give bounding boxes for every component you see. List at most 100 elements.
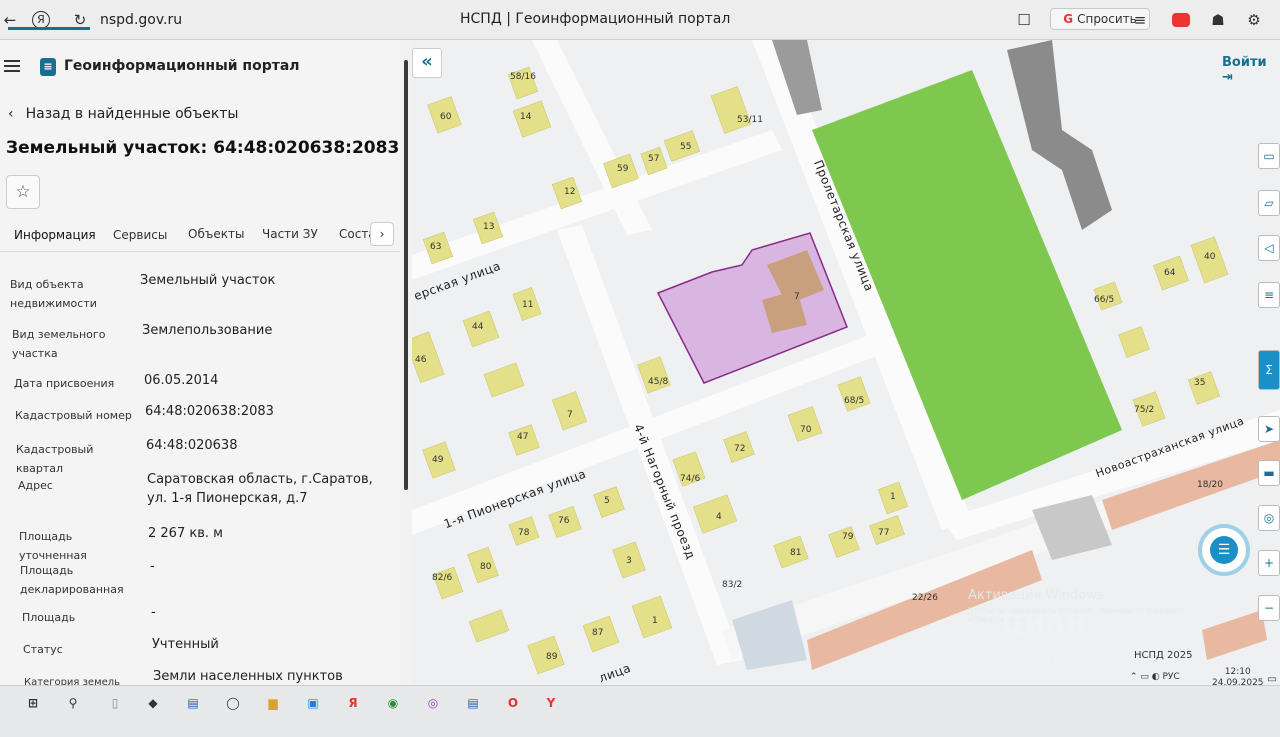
field-value-area: - [151, 605, 156, 620]
settings-icon[interactable]: ⚙ [1244, 10, 1264, 30]
extensions-icon[interactable]: ☗ [1208, 10, 1228, 30]
field-label-assignment-date: Дата присвоения [14, 377, 115, 390]
field-value-area-refined: 2 267 кв. м [148, 526, 223, 541]
map-copyright: НСПД 2025 [1134, 650, 1193, 661]
building-number: 12 [564, 187, 576, 197]
editor-icon[interactable]: ▤ [182, 692, 204, 714]
chrome-icon[interactable]: ◉ [382, 692, 404, 714]
building-number: 55 [680, 142, 692, 152]
clock-date: 24.09.2025 [1212, 678, 1264, 688]
building-number: 7 [794, 292, 800, 302]
building-number: 58/16 [510, 72, 536, 82]
building-number: 64 [1164, 268, 1176, 278]
building-number: 60 [440, 112, 452, 122]
hamburger-menu-icon[interactable] [4, 60, 20, 74]
building-number: 74/6 [680, 474, 701, 484]
building-number: 1 [890, 492, 896, 502]
building-number: 77 [878, 528, 890, 538]
tab-services[interactable]: Сервисы [113, 228, 167, 242]
windows-activation-watermark: Активация Windows [968, 588, 1104, 603]
bookmark-icon[interactable]: ☐ [1014, 10, 1034, 30]
cian-id-watermark: ID 322489 [982, 648, 1076, 669]
building-number: 11 [522, 300, 534, 310]
sidebar-scroll-thumb[interactable] [404, 60, 408, 490]
parcel-title: Земельный участок: 64:48:020638:2083 [6, 138, 400, 158]
chat-button[interactable]: ☰ [1198, 524, 1250, 576]
building-number: 45/8 [648, 377, 669, 387]
language-indicator[interactable]: РУС [1162, 672, 1179, 682]
share-icon[interactable]: ◁ [1258, 235, 1280, 261]
back-label: Назад в найденные объекты [25, 106, 239, 122]
map-tool-icon[interactable]: ▱ [1258, 190, 1280, 216]
building-number: 40 [1204, 252, 1216, 262]
file-icon[interactable]: ▯ [104, 692, 126, 714]
field-label-cadastral-number: Кадастровый номер [15, 409, 132, 422]
system-tray[interactable]: ⌃ ▭ ◐ РУС [1130, 672, 1180, 682]
building-number: 14 [520, 112, 532, 122]
browser-icon[interactable]: ◎ [422, 692, 444, 714]
portal-title: Геоинформационный портал [64, 58, 300, 74]
building-number: 75/2 [1134, 405, 1155, 415]
back-to-results-link[interactable]: ‹ Назад в найденные объекты [8, 106, 239, 122]
zoom-out-icon[interactable]: − [1258, 595, 1280, 621]
building-number: 44 [472, 322, 484, 332]
field-label-address: Адрес [18, 479, 53, 492]
field-label-area: Площадь [22, 611, 76, 624]
windows-start-icon[interactable]: ⊞ [22, 692, 44, 714]
menu-dots-icon[interactable]: ≡ [1130, 10, 1150, 30]
explorer-icon[interactable]: ▆ [262, 692, 284, 714]
building-number: 81 [790, 548, 802, 558]
building-number: 46 [415, 355, 427, 365]
print-icon[interactable]: ▬ [1258, 460, 1280, 486]
field-label-area-declared: Площадь декларированная [20, 564, 124, 596]
measure-icon[interactable]: Σ [1258, 350, 1280, 390]
login-link[interactable]: Войти ⇥ [1222, 55, 1280, 85]
save-icon[interactable]: ▤ [462, 692, 484, 714]
tab-parts[interactable]: Части ЗУ [262, 227, 318, 241]
field-value-cadastral-quarter: 64:48:020638 [146, 438, 238, 453]
building-number: 4 [716, 512, 722, 522]
building-number: 87 [592, 628, 604, 638]
field-value-object-type: Земельный участок [140, 273, 276, 288]
opera-icon[interactable]: O [502, 692, 524, 714]
address-bar[interactable]: nspd.gov.ru [100, 9, 220, 31]
search-icon[interactable]: ⚲ [62, 692, 84, 714]
field-value-cadastral-number: 64:48:020638:2083 [145, 404, 274, 419]
app-icon[interactable]: ◆ [142, 692, 164, 714]
layers-icon[interactable]: ▭ [1258, 143, 1280, 169]
building-number: 72 [734, 444, 746, 454]
clock-time: 12:10 [1224, 667, 1251, 677]
tab-composition[interactable]: Соста [339, 227, 370, 241]
tabs-next-arrow-icon[interactable]: › [370, 222, 394, 246]
building-number: 70 [800, 425, 812, 435]
yandex-browser-icon[interactable]: Я [342, 692, 364, 714]
field-value-status: Учтенный [152, 637, 219, 652]
whatsapp-icon[interactable]: ◯ [222, 692, 244, 714]
field-value-area-declared: - [150, 559, 155, 574]
field-label-cadastral-quarter: Кадастровый квартал [16, 443, 94, 475]
clock[interactable]: 12:10 24.09.2025 [1212, 667, 1264, 689]
navigate-icon[interactable]: ➤ [1258, 416, 1280, 442]
zoom-in-icon[interactable]: + [1258, 550, 1280, 576]
yandex-icon[interactable]: Y [540, 692, 562, 714]
tab-objects[interactable]: Объекты [188, 227, 244, 241]
field-value-parcel-type: Землепользование [142, 323, 273, 338]
map-canvas[interactable]: 58/16 60 14 53/11 12 59 57 55 63 13 11 4… [412, 40, 1280, 685]
window-icon[interactable]: ▣ [302, 692, 324, 714]
favorite-star-icon[interactable]: ☆ [6, 175, 40, 209]
building-number: 57 [648, 154, 660, 164]
collapse-panel-icon[interactable]: « [412, 48, 442, 78]
tab-composition-clip: Соста [332, 222, 370, 250]
tab-information[interactable]: Информация [14, 228, 96, 242]
building-number: 68/5 [844, 396, 865, 406]
yandex-ask-icon: G [1063, 12, 1074, 26]
notification-icon[interactable]: ▭ [1262, 670, 1280, 690]
building-number: 53/11 [737, 115, 763, 125]
location-icon[interactable]: ◎ [1258, 505, 1280, 531]
field-label-object-type: Вид объекта недвижимости [10, 278, 97, 310]
building-number: 82/6 [432, 573, 453, 583]
building-number: 3 [626, 556, 632, 566]
stack-icon[interactable]: ≡ [1258, 282, 1280, 308]
field-value-assignment-date: 06.05.2014 [144, 373, 219, 388]
youtube-icon[interactable] [1172, 13, 1190, 27]
